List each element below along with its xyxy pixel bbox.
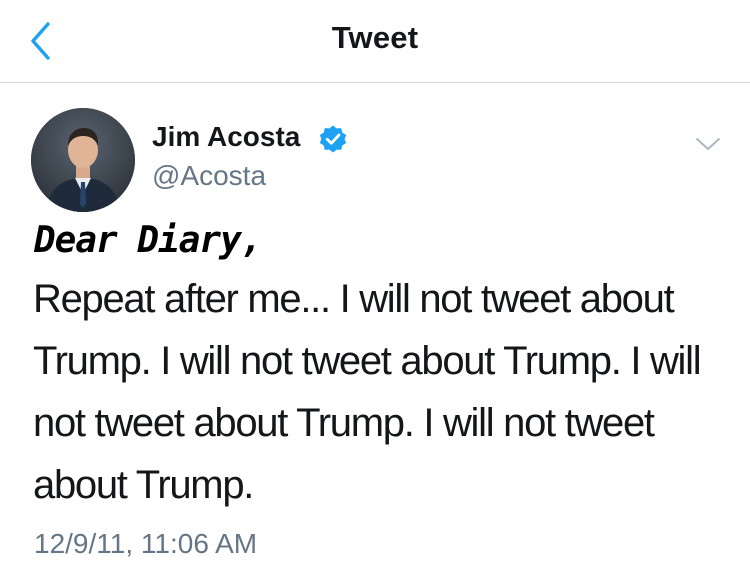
tweet-text: Repeat after me... I will not tweet abou… (33, 277, 702, 507)
tweet-heading: Dear Diary, (34, 220, 262, 261)
avatar[interactable] (31, 108, 135, 212)
chevron-down-icon (696, 138, 720, 150)
tweet-menu-button[interactable] (690, 130, 726, 158)
author-name[interactable]: Jim Acosta (152, 121, 300, 153)
author-handle[interactable]: @Acosta (152, 160, 266, 192)
navigation-bar: Tweet (0, 0, 750, 83)
page-title: Tweet (331, 20, 419, 55)
tweet-timestamp[interactable]: 12/9/11, 11:06 AM (34, 528, 257, 560)
verified-badge-icon (319, 125, 347, 153)
